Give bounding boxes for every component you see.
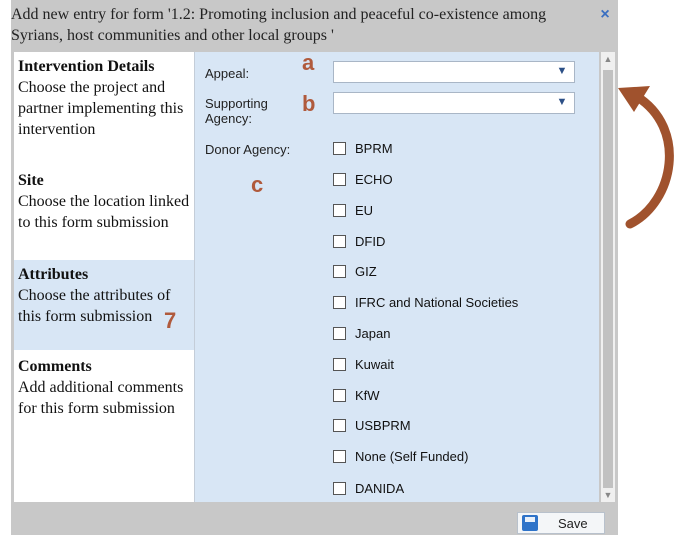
checkbox[interactable] — [333, 141, 346, 155]
donor-option-label: USBPRM — [355, 417, 411, 433]
donor-option[interactable]: ECHO — [333, 170, 393, 188]
donor-option[interactable]: Japan — [333, 324, 390, 342]
dialog-title: Add new entry for form '1.2: Promoting i… — [11, 6, 547, 44]
appeal-label: Appeal: — [205, 66, 250, 81]
donor-option-label: None (Self Funded) — [355, 448, 469, 464]
donor-agency-label: Donor Agency: — [205, 142, 291, 157]
step-description: Add additional comments for this form su… — [18, 379, 184, 417]
step-site[interactable]: Site Choose the location linked to this … — [14, 170, 194, 256]
scrollbar-thumb[interactable] — [603, 70, 613, 488]
annotation-c: c — [251, 172, 264, 197]
donor-option[interactable]: KfW — [333, 386, 380, 404]
donor-option[interactable]: USBPRM — [333, 416, 411, 434]
donor-option-label: EU — [355, 202, 374, 218]
step-description: Choose the location linked to this form … — [18, 193, 190, 231]
donor-option[interactable]: DANIDA — [333, 479, 404, 497]
chevron-down-icon: ▼ — [556, 96, 568, 108]
supporting-agency-label: Supporting Agency: — [205, 96, 268, 126]
vertical-scrollbar[interactable]: ▲ ▼ — [601, 52, 615, 502]
form-panel: Appeal: ▼ Supporting Agency: ▼ Donor Age… — [195, 52, 599, 502]
curved-arrow — [618, 86, 674, 229]
donor-option-label: Kuwait — [355, 356, 395, 372]
checkbox[interactable] — [333, 449, 346, 463]
step-heading: Intervention Details — [18, 58, 155, 75]
donor-option[interactable]: None (Self Funded) — [333, 447, 468, 465]
checkbox[interactable] — [333, 326, 346, 340]
supporting-agency-select[interactable]: ▼ — [333, 92, 575, 114]
donor-option[interactable]: DFID — [333, 232, 385, 250]
donor-option[interactable]: GIZ — [333, 262, 377, 280]
donor-option-label: IFRC and National Societies — [355, 294, 519, 310]
chevron-down-icon: ▼ — [556, 65, 568, 77]
wizard-steps: Intervention Details Choose the project … — [14, 52, 195, 502]
save-label: Save — [558, 515, 588, 531]
close-icon[interactable]: × — [598, 7, 612, 23]
donor-option-label: ECHO — [355, 171, 393, 187]
scroll-down-icon[interactable]: ▼ — [601, 488, 615, 502]
donor-option[interactable]: IFRC and National Societies — [333, 293, 518, 311]
step-heading: Comments — [18, 358, 92, 375]
checkbox[interactable] — [333, 234, 346, 248]
checkbox[interactable] — [333, 481, 346, 495]
checkbox[interactable] — [333, 264, 346, 278]
curved-arrow-shaft — [625, 91, 674, 229]
donor-option-label: KfW — [355, 387, 380, 403]
annotation-step-number: 7 — [164, 308, 177, 333]
step-heading: Attributes — [18, 266, 89, 283]
step-description: Choose the project and partner implement… — [18, 79, 184, 138]
step-heading: Site — [18, 172, 44, 189]
donor-option-label: DANIDA — [355, 480, 405, 496]
annotation-b: b — [302, 91, 316, 116]
step-comments[interactable]: Comments Add additional comments for thi… — [14, 356, 194, 442]
donor-option[interactable]: EU — [333, 201, 373, 219]
checkbox[interactable] — [333, 388, 346, 402]
appeal-select[interactable]: ▼ — [333, 61, 575, 83]
donor-option-label: GIZ — [355, 263, 377, 279]
step-intervention-details[interactable]: Intervention Details Choose the project … — [14, 56, 194, 160]
save-icon — [522, 515, 538, 531]
checkbox[interactable] — [333, 357, 346, 371]
checkbox[interactable] — [333, 418, 346, 432]
annotation-a: a — [302, 50, 315, 75]
donor-option[interactable]: Kuwait — [333, 355, 394, 373]
scroll-up-icon[interactable]: ▲ — [601, 52, 615, 66]
donor-option-label: Japan — [355, 325, 391, 341]
donor-option[interactable]: BPRM — [333, 139, 393, 157]
checkbox[interactable] — [333, 295, 346, 309]
checkbox[interactable] — [333, 172, 346, 186]
donor-option-label: BPRM — [355, 140, 393, 156]
dialog: Add new entry for form '1.2: Promoting i… — [11, 0, 618, 535]
checkbox[interactable] — [333, 203, 346, 217]
donor-option-label: DFID — [355, 233, 386, 249]
step-attributes[interactable]: Attributes Choose the attributes of this… — [14, 260, 194, 350]
save-button[interactable]: Save — [517, 512, 605, 534]
